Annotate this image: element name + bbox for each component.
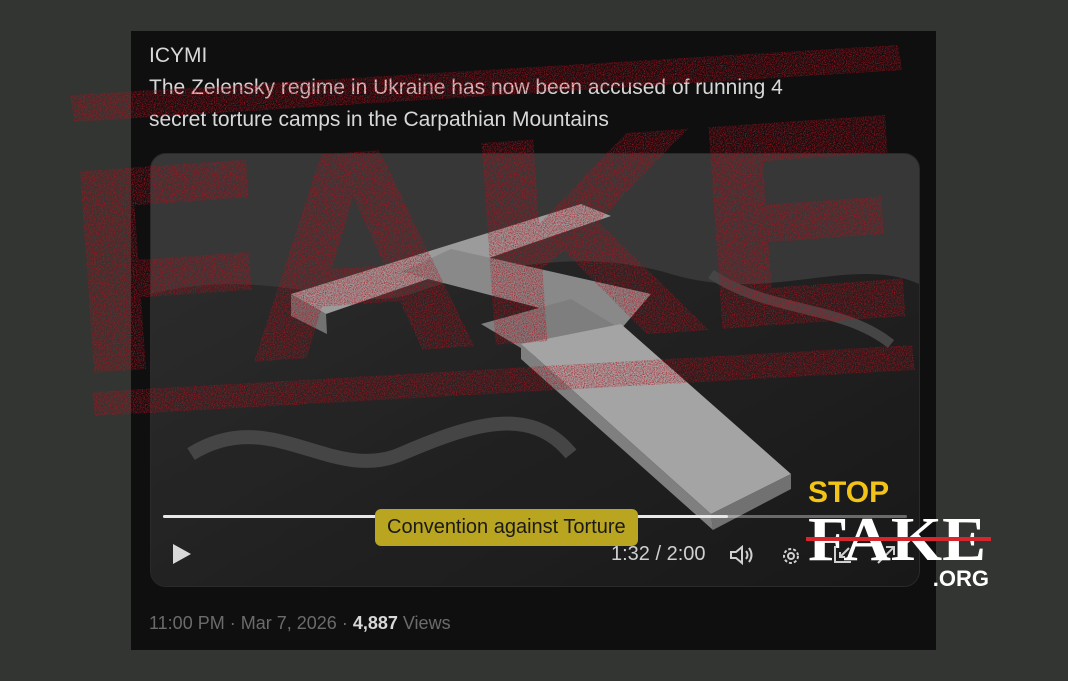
logo-org: .ORG — [933, 566, 989, 591]
stamp-word: FAKE — [58, 56, 918, 432]
stopfake-logo: STOP FAKE .ORG — [806, 476, 991, 591]
logo-stop: STOP — [808, 476, 889, 509]
